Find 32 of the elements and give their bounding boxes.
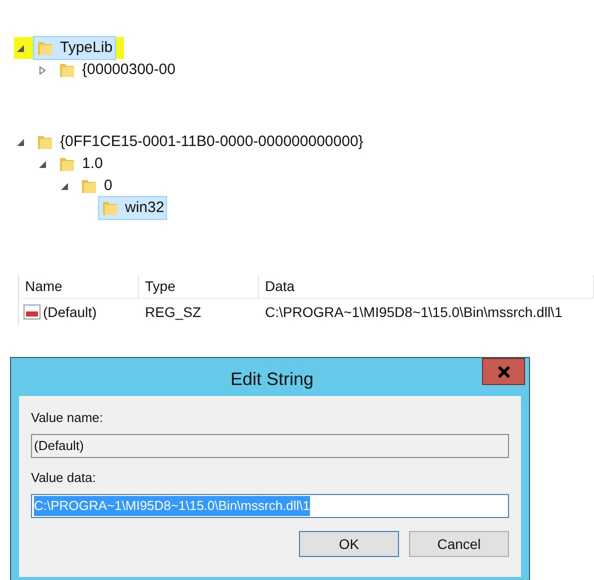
collapse-triangle-icon[interactable] <box>16 138 25 146</box>
column-header[interactable]: Type <box>139 275 259 298</box>
folder-icon <box>36 39 54 57</box>
folder-icon <box>58 61 76 79</box>
tree-item[interactable]: 1.0 <box>55 152 106 176</box>
tree-item[interactable]: TypeLib <box>33 36 116 60</box>
window-title: Edit String <box>229 368 315 391</box>
tree-item[interactable]: {0FF1CE15-0001-11B0-0000-000000000000} <box>33 130 366 154</box>
tree-item[interactable]: win32 <box>98 196 168 220</box>
field-label: Value data: <box>31 468 97 486</box>
value-name-field: (Default) <box>31 434 509 458</box>
close-icon <box>496 366 510 378</box>
collapse-triangle-icon[interactable] <box>38 160 47 168</box>
column-header[interactable]: Data <box>259 275 594 298</box>
column-header[interactable]: Name <box>19 275 139 298</box>
folder-icon <box>58 155 76 173</box>
dialog-button[interactable]: OK <box>299 531 399 557</box>
collapse-triangle-icon[interactable] <box>60 182 69 190</box>
folder-icon <box>80 177 98 195</box>
collapse-triangle-icon[interactable] <box>16 44 25 52</box>
table-cell-text: REG_SZ <box>144 302 202 322</box>
close-button[interactable] <box>482 358 525 385</box>
tree-item[interactable]: {00000300-00 <box>55 58 178 82</box>
string-value-icon <box>23 303 41 321</box>
expand-triangle-icon[interactable] <box>38 66 47 74</box>
tree-item[interactable]: 0 <box>77 174 116 198</box>
folder-icon <box>101 199 119 217</box>
table-cell-text: C:\PROGRA~1\MI95D8~1\15.0\Bin\mssrch.dll\1 <box>264 302 564 322</box>
table-cell-text: (Default) <box>43 302 97 322</box>
dialog-button[interactable]: Cancel <box>409 531 509 557</box>
field-label: Value name: <box>31 409 104 427</box>
folder-icon <box>36 133 54 151</box>
